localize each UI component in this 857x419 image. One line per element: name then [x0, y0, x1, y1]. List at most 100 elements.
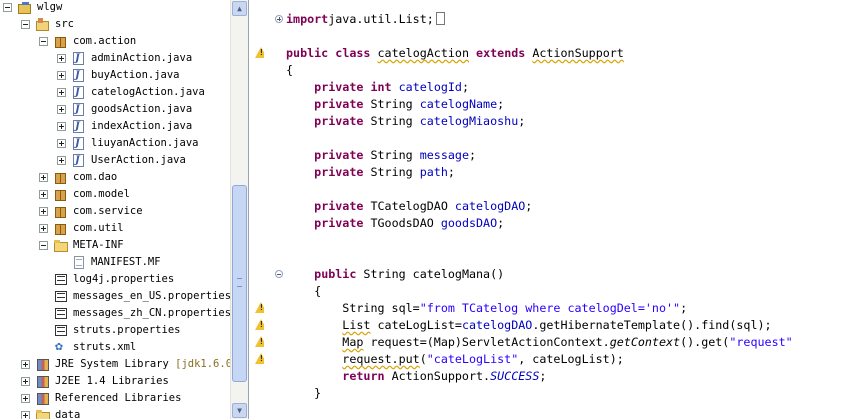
expand-toggle-icon[interactable] — [21, 377, 30, 386]
tree-item[interactable]: com.util — [0, 220, 230, 237]
code-token: public — [286, 46, 329, 60]
tree-item-label: indexAction.java — [91, 120, 193, 132]
code-line[interactable]: private String catelogName; — [286, 96, 504, 113]
tree-item[interactable]: JRE System Library [jdk1.6.0_43] — [0, 356, 248, 373]
package-explorer: wlgw src com.action adminAction.java buyActi… — [0, 0, 249, 419]
tree-item[interactable]: liuyanAction.java — [0, 135, 230, 152]
java-icon — [71, 101, 87, 118]
tree-item[interactable]: com.dao — [0, 169, 230, 186]
code-line[interactable]: private TGoodsDAO goodsDAO; — [286, 215, 504, 232]
java-editor[interactable]: importjava.util.List; public class catelo… — [249, 0, 857, 419]
code-token: ; — [680, 301, 688, 315]
collapse-toggle-icon[interactable] — [39, 37, 48, 46]
expand-toggle-icon[interactable] — [21, 411, 30, 419]
tree-item[interactable]: messages_en_US.properties — [0, 288, 232, 305]
expand-toggle-icon[interactable] — [57, 156, 66, 165]
expand-toggle-icon[interactable] — [39, 207, 48, 216]
expand-toggle-icon[interactable] — [57, 122, 66, 131]
explorer-scrollbar[interactable]: ▲ ▼ — [230, 0, 248, 419]
annotation-ruler — [249, 0, 267, 419]
tree-item-label: MANIFEST.MF — [91, 256, 161, 268]
expand-fold-icon[interactable] — [275, 15, 283, 23]
tree-item-label: messages_en_US.properties — [73, 290, 232, 302]
code-line[interactable]: Map request=(Map)ServletActionContext.ge… — [286, 334, 792, 351]
code-token: ; — [447, 165, 455, 179]
code-line[interactable]: importjava.util.List; — [286, 11, 445, 28]
code-token: "from TCatelog where catelogDel='no'" — [419, 301, 681, 315]
code-line[interactable]: public String catelogMana() — [286, 266, 504, 283]
java-icon — [71, 152, 87, 169]
collapse-toggle-icon[interactable] — [39, 241, 48, 250]
pkg-icon — [53, 34, 69, 49]
code-token: private — [314, 165, 364, 179]
expand-toggle-icon[interactable] — [57, 139, 66, 148]
tree-item[interactable]: struts.xml — [0, 338, 230, 356]
tree-item[interactable]: catelogAction.java — [0, 84, 230, 101]
expand-toggle-icon[interactable] — [57, 88, 66, 97]
code-token: String — [363, 148, 420, 162]
tree-item[interactable]: src — [0, 16, 230, 33]
tree-item[interactable]: com.action — [0, 33, 230, 50]
expand-toggle-icon[interactable] — [57, 54, 66, 63]
code-line[interactable]: private String catelogMiaoshu; — [286, 113, 525, 130]
code-token: private — [314, 80, 364, 94]
tree-item-label: log4j.properties — [73, 273, 175, 285]
tree-item[interactable]: buyAction.java — [0, 67, 230, 84]
code-line[interactable]: private int catelogId; — [286, 79, 469, 96]
expand-toggle-icon[interactable] — [39, 173, 48, 182]
collapse-fold-icon[interactable] — [275, 270, 283, 278]
tree-item[interactable]: J2EE 1.4 Libraries — [0, 373, 230, 390]
code-line[interactable]: List cateLogList=catelogDAO.getHibernate… — [286, 317, 771, 334]
tree-item[interactable]: goodsAction.java — [0, 101, 230, 118]
code-token: catelogMiaoshu — [419, 114, 519, 128]
scroll-thumb[interactable] — [232, 185, 247, 382]
expand-toggle-icon[interactable] — [57, 105, 66, 114]
code-token: extends — [476, 46, 526, 60]
tree-item[interactable]: com.service — [0, 203, 230, 220]
expand-toggle-icon[interactable] — [39, 224, 48, 233]
tree-item[interactable]: META-INF — [0, 237, 230, 254]
code-token: path — [419, 165, 448, 179]
expand-toggle-icon[interactable] — [21, 394, 30, 403]
collapse-toggle-icon[interactable] — [21, 20, 30, 29]
code-line[interactable]: } — [286, 385, 321, 402]
tree-item[interactable]: indexAction.java — [0, 118, 230, 135]
tree-item[interactable]: com.model — [0, 186, 230, 203]
tree-item[interactable]: Referenced Libraries — [0, 390, 230, 407]
tree-item[interactable]: data — [0, 407, 230, 419]
collapse-toggle-icon[interactable] — [3, 3, 12, 12]
code-line[interactable]: private TCatelogDAO catelogDAO; — [286, 198, 532, 215]
code-line[interactable]: return ActionSupport.SUCCESS; — [286, 368, 546, 385]
tree-item-label: src — [55, 18, 74, 30]
tree-item-label: Referenced Libraries — [55, 392, 182, 404]
code-token: Map — [342, 335, 364, 349]
code-line[interactable]: { — [286, 62, 293, 79]
tree-item[interactable]: log4j.properties — [0, 271, 230, 288]
code-token: } — [286, 386, 322, 400]
code-token: { — [286, 284, 322, 298]
code-line[interactable]: private String path; — [286, 164, 455, 181]
code-line[interactable]: private String message; — [286, 147, 476, 164]
scroll-down-button[interactable]: ▼ — [232, 403, 247, 418]
scroll-up-button[interactable]: ▲ — [232, 1, 247, 16]
code-token: private — [314, 114, 364, 128]
tree-item[interactable]: messages_zh_CN.properties — [0, 305, 231, 322]
expand-toggle-icon[interactable] — [21, 360, 30, 369]
tree-item[interactable]: adminAction.java — [0, 50, 230, 67]
expand-toggle-icon[interactable] — [39, 190, 48, 199]
folded-imports-marker[interactable] — [435, 12, 445, 25]
tree-item[interactable]: struts.properties — [0, 322, 230, 339]
tree-item-label: struts.xml — [73, 341, 137, 353]
code-line[interactable]: String sql="from TCatelog where catelogD… — [286, 300, 687, 317]
expand-toggle-icon[interactable] — [57, 71, 66, 80]
tree-item[interactable]: UserAction.java — [0, 152, 230, 169]
tree-item[interactable]: wlgw — [0, 0, 230, 16]
tree-item[interactable]: MANIFEST.MF — [0, 254, 230, 271]
code-line[interactable]: request.put("cateLogList", cateLogList); — [286, 351, 624, 368]
code-line[interactable]: public class catelogAction extends Actio… — [286, 45, 624, 62]
code-line[interactable]: { — [286, 283, 321, 300]
pkg-icon — [53, 170, 69, 185]
lib-icon — [35, 374, 51, 389]
